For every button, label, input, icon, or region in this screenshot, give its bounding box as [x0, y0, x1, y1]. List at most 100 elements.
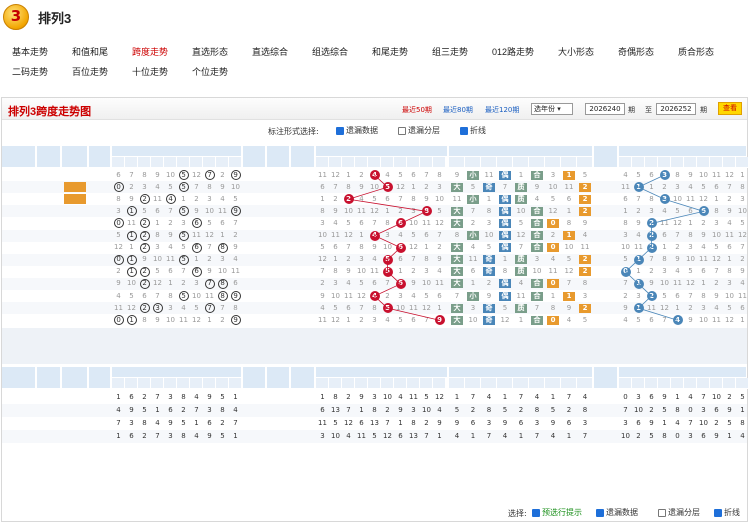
predict-shape[interactable]: [497, 340, 513, 352]
nav-item-0[interactable]: 基本走势: [12, 45, 48, 58]
predict-digit[interactable]: [177, 340, 190, 352]
predict-shape[interactable]: [449, 340, 465, 352]
predict-shape[interactable]: [449, 328, 465, 340]
nav-item-15[interactable]: 个位走势: [192, 65, 228, 78]
predict-digit[interactable]: [355, 328, 368, 340]
predict-digit[interactable]: [112, 352, 125, 364]
checkbox-icon[interactable]: [460, 126, 468, 135]
checkbox-icon[interactable]: [532, 508, 540, 517]
marking-option-0[interactable]: 遗漏数据: [332, 125, 378, 136]
predict-shape[interactable]: [529, 352, 545, 364]
from-issue-input[interactable]: 2026240: [585, 103, 625, 115]
predict-digit[interactable]: [381, 352, 394, 364]
predict-digit[interactable]: [164, 352, 177, 364]
predict-shape[interactable]: [481, 340, 497, 352]
predict-digit[interactable]: [190, 328, 203, 340]
predict-digit[interactable]: [342, 352, 355, 364]
footer-option-0[interactable]: 预选行提示: [532, 507, 582, 518]
predict-digit[interactable]: [433, 352, 446, 364]
predict-digit[interactable]: [710, 352, 723, 364]
predict-shape[interactable]: [497, 328, 513, 340]
predict-digit[interactable]: [368, 340, 381, 352]
predict-digit[interactable]: [684, 328, 697, 340]
nav-item-8[interactable]: 012路走势: [492, 45, 534, 58]
predict-digit[interactable]: [381, 340, 394, 352]
predict-shape[interactable]: [577, 352, 593, 364]
predict-shape[interactable]: [465, 352, 481, 364]
predict-digit[interactable]: [420, 340, 433, 352]
predict-digit[interactable]: [190, 340, 203, 352]
predict-digit[interactable]: [619, 328, 632, 340]
predict-digit[interactable]: [112, 340, 125, 352]
predict-shape[interactable]: [513, 352, 529, 364]
predict-digit[interactable]: [420, 328, 433, 340]
predict-digit[interactable]: [736, 328, 749, 340]
predict-digit[interactable]: [125, 340, 138, 352]
predict-digit[interactable]: [355, 340, 368, 352]
quick-link-80[interactable]: 最近80期: [443, 105, 473, 115]
predict-digit[interactable]: [316, 340, 329, 352]
nav-item-5[interactable]: 组选综合: [312, 45, 348, 58]
predict-digit[interactable]: [619, 340, 632, 352]
marking-option-2[interactable]: 折线: [456, 125, 486, 136]
predict-digit[interactable]: [671, 328, 684, 340]
predict-digit[interactable]: [710, 328, 723, 340]
predict-shape[interactable]: [465, 340, 481, 352]
predict-shape[interactable]: [577, 328, 593, 340]
predict-shape[interactable]: [545, 328, 561, 340]
nav-item-2[interactable]: 跨度走势: [132, 45, 168, 58]
predict-digit[interactable]: [164, 340, 177, 352]
predict-digit[interactable]: [736, 352, 749, 364]
footer-option-2[interactable]: 遗漏分层: [658, 507, 700, 518]
predict-digit[interactable]: [632, 328, 645, 340]
predict-digit[interactable]: [407, 328, 420, 340]
predict-digit[interactable]: [658, 352, 671, 364]
predict-digit[interactable]: [658, 340, 671, 352]
predict-digit[interactable]: [125, 328, 138, 340]
predict-digit[interactable]: [164, 328, 177, 340]
to-issue-input[interactable]: 2026252: [656, 103, 696, 115]
predict-shape[interactable]: [545, 340, 561, 352]
predict-digit[interactable]: [723, 328, 736, 340]
predict-digit[interactable]: [216, 352, 229, 364]
predict-digit[interactable]: [151, 328, 164, 340]
predict-digit[interactable]: [671, 352, 684, 364]
nav-item-7[interactable]: 组三走势: [432, 45, 468, 58]
predict-digit[interactable]: [645, 328, 658, 340]
predict-shape[interactable]: [561, 340, 577, 352]
predict-digit[interactable]: [329, 340, 342, 352]
year-select[interactable]: 选年份 ▾: [531, 103, 573, 115]
predict-digit[interactable]: [671, 340, 684, 352]
predict-digit[interactable]: [112, 328, 125, 340]
predict-digit[interactable]: [697, 352, 710, 364]
nav-item-1[interactable]: 和值和尾: [72, 45, 108, 58]
predict-shape[interactable]: [465, 328, 481, 340]
predict-digit[interactable]: [203, 340, 216, 352]
predict-digit[interactable]: [407, 340, 420, 352]
predict-shape[interactable]: [561, 328, 577, 340]
predict-shape[interactable]: [449, 352, 465, 364]
nav-item-14[interactable]: 十位走势: [132, 65, 168, 78]
predict-digit[interactable]: [229, 340, 242, 352]
quick-link-50[interactable]: 最近50期: [402, 105, 432, 115]
predict-digit[interactable]: [229, 328, 242, 340]
predict-digit[interactable]: [151, 340, 164, 352]
predict-digit[interactable]: [645, 340, 658, 352]
predict-digit[interactable]: [684, 340, 697, 352]
checkbox-icon[interactable]: [398, 126, 406, 135]
predict-digit[interactable]: [316, 352, 329, 364]
predict-digit[interactable]: [203, 352, 216, 364]
predict-digit[interactable]: [394, 352, 407, 364]
predict-shape[interactable]: [529, 328, 545, 340]
quick-link-120[interactable]: 最近120期: [485, 105, 519, 115]
footer-option-3[interactable]: 折线: [714, 507, 740, 518]
predict-digit[interactable]: [329, 352, 342, 364]
nav-item-6[interactable]: 和尾走势: [372, 45, 408, 58]
nav-item-4[interactable]: 直选综合: [252, 45, 288, 58]
predict-digit[interactable]: [355, 352, 368, 364]
nav-item-9[interactable]: 大小形态: [558, 45, 594, 58]
predict-digit[interactable]: [216, 340, 229, 352]
predict-digit[interactable]: [138, 352, 151, 364]
predict-digit[interactable]: [645, 352, 658, 364]
predict-shape[interactable]: [545, 352, 561, 364]
